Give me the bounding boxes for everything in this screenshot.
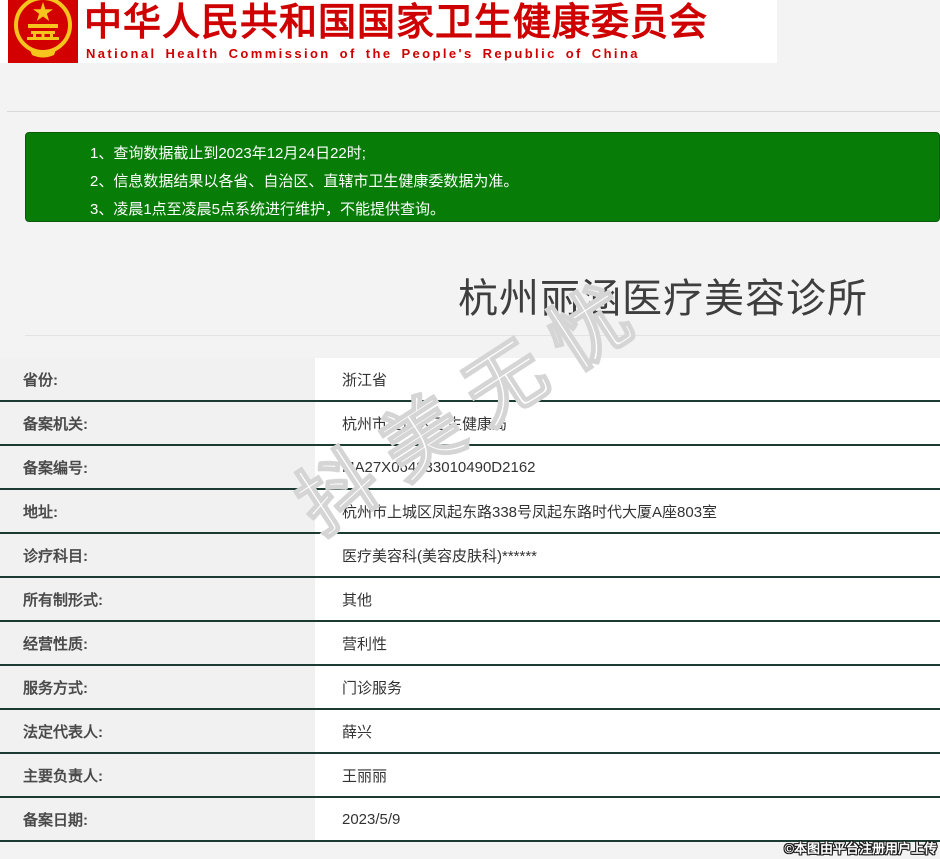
field-value: 王丽丽: [315, 754, 940, 796]
field-label: 备案机关:: [0, 402, 315, 444]
field-label: 所有制形式:: [0, 578, 315, 620]
field-label: 服务方式:: [0, 666, 315, 708]
header-divider: [7, 111, 940, 112]
field-value: 营利性: [315, 622, 940, 664]
record-table: 省份: 浙江省 备案机关: 杭州市上城区卫生健康局 备案编号: MA27X064…: [0, 358, 940, 842]
site-title-en: National Health Commission of the People…: [86, 46, 640, 61]
field-value: 杭州市上城区凤起东路338号凤起东路时代大厦A座803室: [315, 490, 940, 532]
national-emblem-icon: [8, 0, 78, 63]
page: 中华人民共和国国家卫生健康委员会 National Health Commiss…: [0, 0, 940, 859]
table-row: 备案日期: 2023/5/9: [0, 798, 940, 842]
notice-line-1: 1、查询数据截止到2023年12月24日22时;: [90, 140, 929, 168]
table-row: 经营性质: 营利性: [0, 622, 940, 666]
field-value: 医疗美容科(美容皮肤科)******: [315, 534, 940, 576]
field-label: 诊疗科目:: [0, 534, 315, 576]
field-value: 杭州市上城区卫生健康局: [315, 402, 940, 444]
field-value: 门诊服务: [315, 666, 940, 708]
field-label: 法定代表人:: [0, 710, 315, 752]
notice-box: 1、查询数据截止到2023年12月24日22时; 2、信息数据结果以各省、自治区…: [25, 132, 940, 222]
field-value: 2023/5/9: [315, 798, 940, 840]
table-row: 备案编号: MA27X064833010490D2162: [0, 446, 940, 490]
institution-name-title: 杭州丽涵医疗美容诊所: [458, 266, 868, 324]
field-label: 省份:: [0, 358, 315, 400]
field-value: 浙江省: [315, 358, 940, 400]
field-value: MA27X064833010490D2162: [315, 446, 940, 488]
title-divider: [25, 335, 940, 336]
field-label: 备案日期:: [0, 798, 315, 840]
table-row: 所有制形式: 其他: [0, 578, 940, 622]
notice-line-3: 3、凌晨1点至凌晨5点系统进行维护，不能提供查询。: [90, 196, 929, 224]
notice-line-2: 2、信息数据结果以各省、自治区、直辖市卫生健康委数据为准。: [90, 168, 929, 196]
table-row: 法定代表人: 薛兴: [0, 710, 940, 754]
table-row: 地址: 杭州市上城区凤起东路338号凤起东路时代大厦A座803室: [0, 490, 940, 534]
field-label: 主要负责人:: [0, 754, 315, 796]
site-title-cn: 中华人民共和国国家卫生健康委员会: [84, 2, 708, 44]
table-row: 省份: 浙江省: [0, 358, 940, 402]
field-label: 备案编号:: [0, 446, 315, 488]
field-value: 其他: [315, 578, 940, 620]
field-label: 地址:: [0, 490, 315, 532]
table-row: 主要负责人: 王丽丽: [0, 754, 940, 798]
table-row: 服务方式: 门诊服务: [0, 666, 940, 710]
table-row: 备案机关: 杭州市上城区卫生健康局: [0, 402, 940, 446]
field-value: 薛兴: [315, 710, 940, 752]
field-label: 经营性质:: [0, 622, 315, 664]
site-header: 中华人民共和国国家卫生健康委员会 National Health Commiss…: [0, 0, 777, 63]
table-row: 诊疗科目: 医疗美容科(美容皮肤科)******: [0, 534, 940, 578]
upload-stamp-watermark: ©本图由平台注册用户上传: [784, 838, 937, 857]
